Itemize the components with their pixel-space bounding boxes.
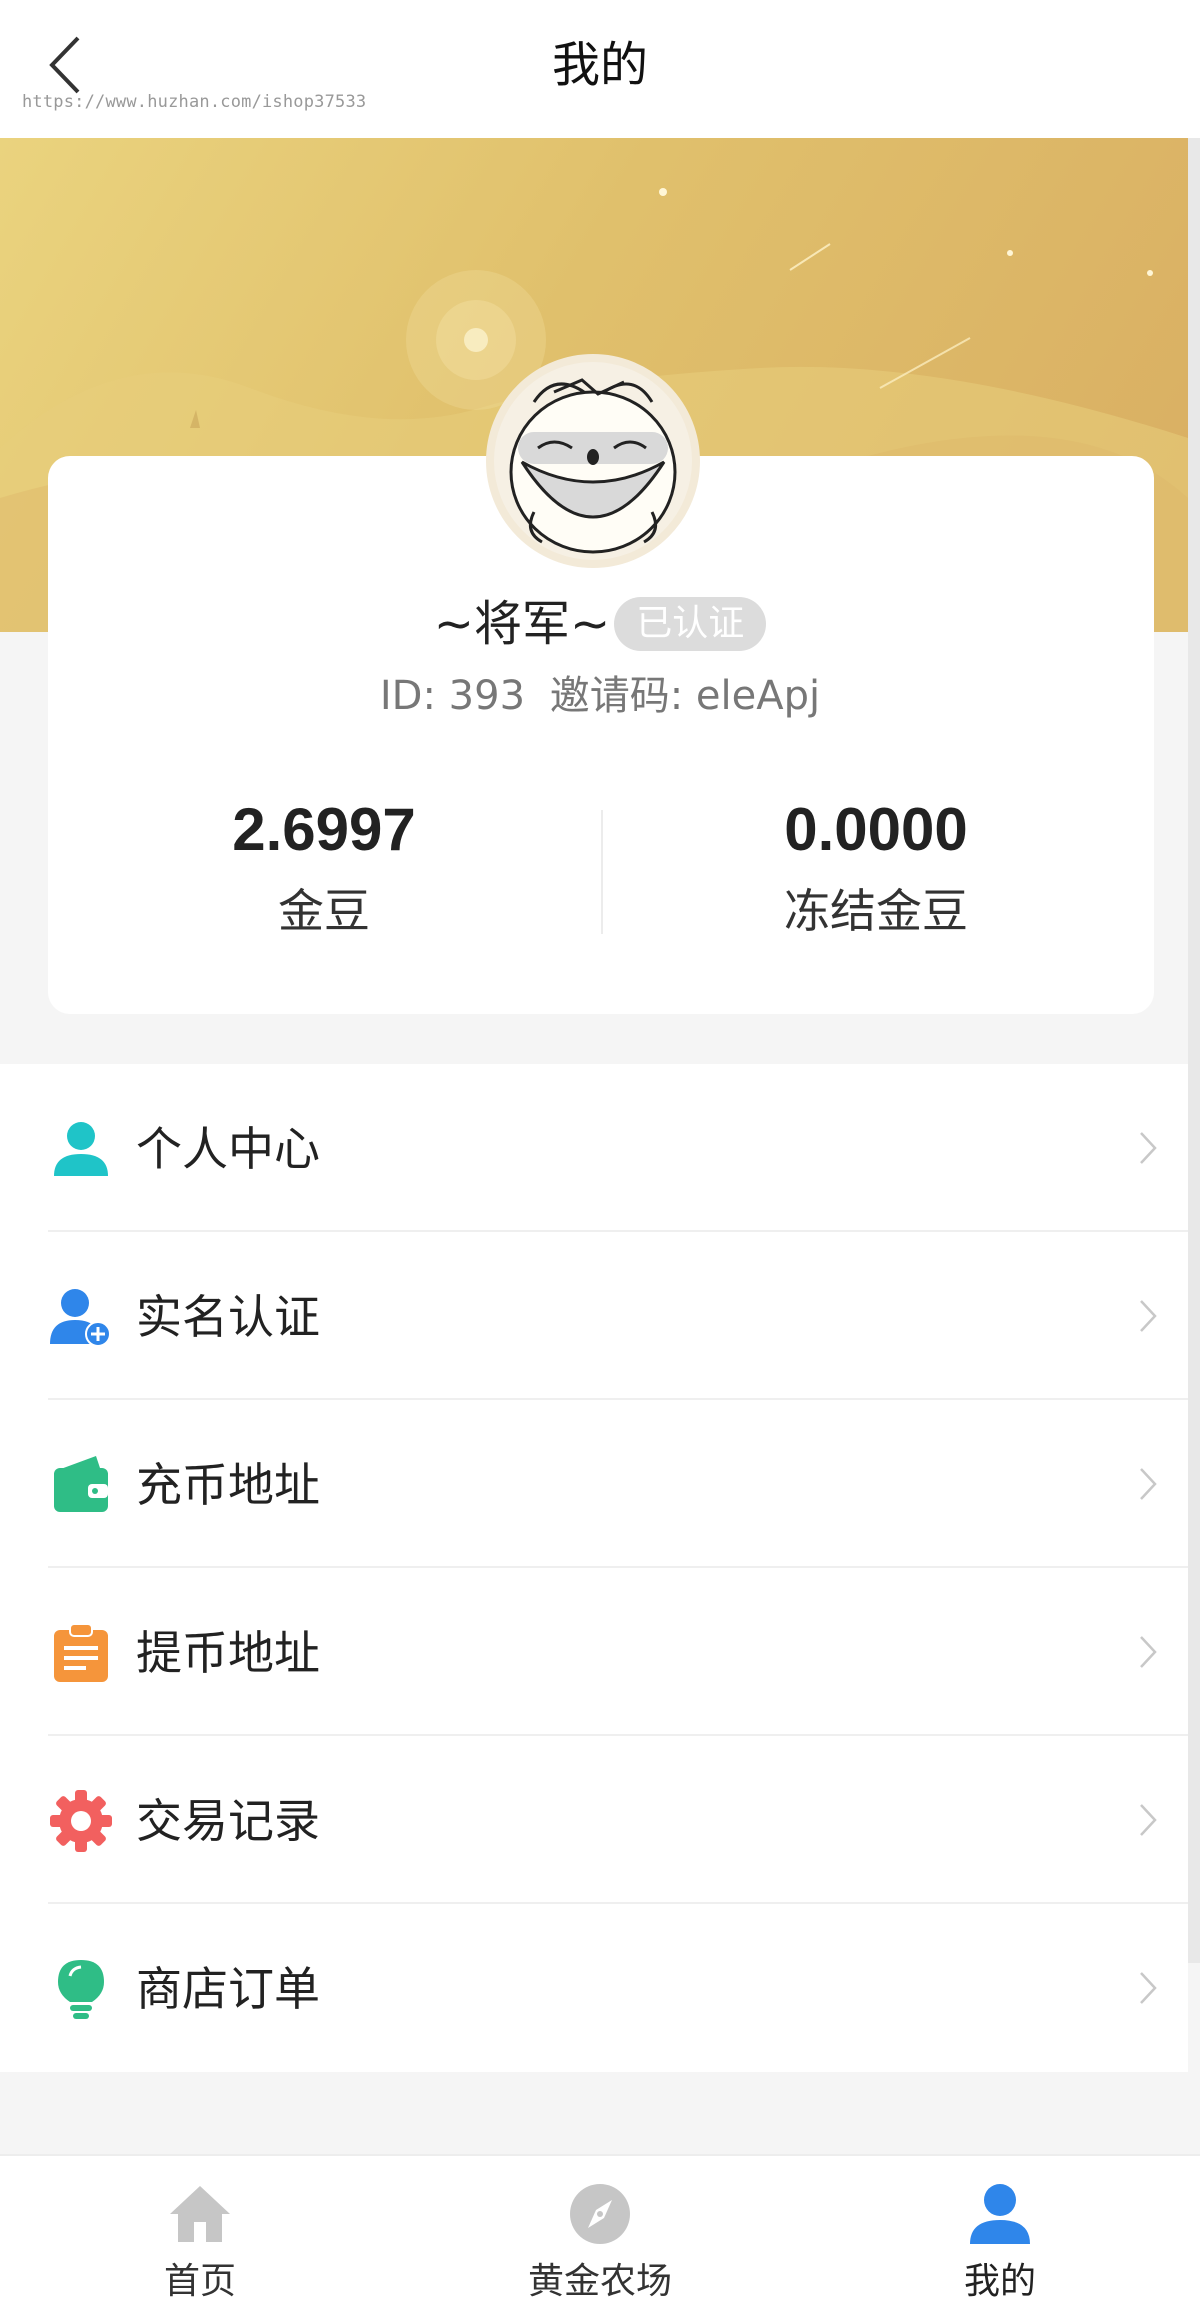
wallet-icon <box>54 1456 108 1512</box>
stat-gold-beans[interactable]: 2.6997 金豆 <box>124 790 524 946</box>
menu-item-deposit-address[interactable]: 充币地址 <box>48 1400 1188 1568</box>
chevron-right-icon <box>1140 1972 1157 2004</box>
menu-item-withdraw-address[interactable]: 提币地址 <box>48 1568 1188 1736</box>
menu-item-personal-center[interactable]: 个人中心 <box>48 1064 1188 1232</box>
menu-item-transaction-records[interactable]: 交易记录 <box>48 1736 1188 1904</box>
frozen-gold-beans-value: 0.0000 <box>784 796 968 863</box>
nickname: ~将军~ <box>433 596 611 652</box>
verified-badge: 已认证 <box>614 597 767 651</box>
gold-beans-value: 2.6997 <box>232 796 416 863</box>
frozen-gold-beans-label: 冻结金豆 <box>784 884 968 938</box>
gear-icon <box>50 1790 112 1852</box>
avatar-cartoon-icon <box>509 378 677 554</box>
id-row: ID: 393 邀请码: eleApj <box>0 666 1200 726</box>
chevron-right-icon <box>1140 1636 1157 1668</box>
tab-home[interactable]: 首页 <box>90 2182 310 2312</box>
chevron-right-icon <box>1140 1300 1157 1332</box>
person-icon <box>54 1122 108 1176</box>
lightbulb-icon <box>58 1960 104 2019</box>
compass-icon <box>570 2184 630 2244</box>
tab-mine[interactable]: 我的 <box>890 2182 1110 2312</box>
menu-list: 个人中心 实名认证 充币地址 提币地址 交易记录 商店订单 <box>0 1064 1188 2072</box>
user-id: ID: 393 <box>379 673 526 719</box>
chevron-right-icon <box>1140 1804 1157 1836</box>
menu-item-label: 个人中心 <box>136 1122 320 1176</box>
chevron-right-icon <box>1140 1468 1157 1500</box>
top-bar: 我的 https://www.huzhan.com/ishop37533 <box>0 0 1200 138</box>
watermark-text: https://www.huzhan.com/ishop37533 <box>22 92 367 112</box>
invite-code: 邀请码: eleApj <box>549 673 821 719</box>
tab-label: 首页 <box>163 2261 236 2302</box>
name-row: ~将军~ 已认证 <box>0 592 1200 656</box>
chevron-right-icon <box>1140 1132 1157 1164</box>
menu-item-label: 实名认证 <box>136 1290 320 1344</box>
menu-item-label: 商店订单 <box>136 1962 320 2016</box>
gold-beans-label: 金豆 <box>278 884 370 938</box>
stat-divider <box>601 810 603 934</box>
stat-frozen-gold-beans[interactable]: 0.0000 冻结金豆 <box>676 790 1076 946</box>
menu-item-real-name-verification[interactable]: 实名认证 <box>48 1232 1188 1400</box>
add-user-icon <box>50 1289 111 1347</box>
menu-item-label: 交易记录 <box>136 1794 320 1848</box>
user-icon <box>970 2184 1030 2244</box>
tab-label: 黄金农场 <box>527 2261 672 2302</box>
menu-item-store-orders[interactable]: 商店订单 <box>48 1904 1188 2072</box>
page-title: 我的 <box>551 37 648 93</box>
tab-golden-farm[interactable]: 黄金农场 <box>490 2182 710 2312</box>
tab-label: 我的 <box>963 2261 1036 2302</box>
menu-item-label: 提币地址 <box>136 1626 320 1680</box>
clipboard-icon <box>54 1623 108 1682</box>
bottom-tab-bar: 首页 黄金农场 我的 <box>0 2154 1200 2322</box>
avatar[interactable] <box>486 354 700 568</box>
home-icon <box>170 2186 230 2242</box>
menu-item-label: 充币地址 <box>136 1458 320 1512</box>
scroll-track <box>1188 138 1200 1963</box>
